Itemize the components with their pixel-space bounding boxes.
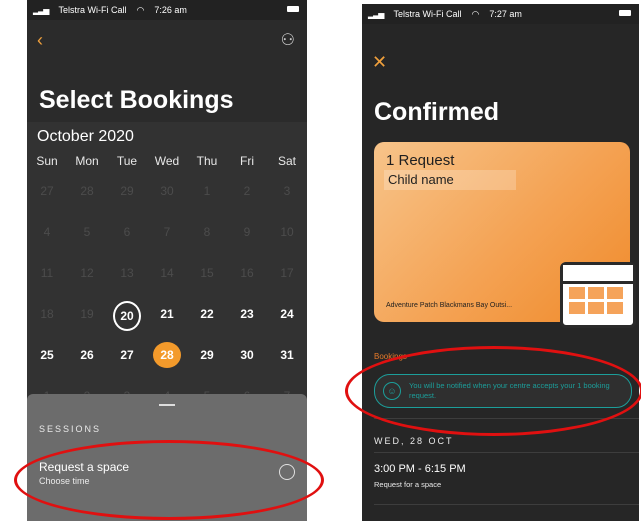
calendar-day: 17 (280, 266, 294, 280)
today-marker[interactable]: 20 (113, 301, 141, 331)
back-button[interactable]: ‹ (37, 30, 43, 51)
calendar-day: 2 (243, 184, 251, 198)
calendar-day: 28 (80, 184, 94, 198)
calendar-day[interactable]: 22 (187, 301, 227, 327)
request-count: 1 Request (386, 152, 455, 169)
calendar-day[interactable]: 24 (267, 301, 307, 327)
calendar-week-row: 25 26 27 28 29 30 31 (27, 342, 307, 368)
calendar-day[interactable]: 20 (107, 301, 147, 331)
calendar-day[interactable]: 25 (27, 342, 67, 368)
status-time: 7:26 am (154, 5, 187, 15)
calendar-day: 5 (83, 225, 91, 239)
highlight-ellipse (345, 346, 641, 436)
calendar-week-row: 27 28 29 30 1 2 3 (27, 178, 307, 204)
calendar-day: 11 (40, 266, 54, 280)
weekday-label: Sat (277, 154, 296, 168)
calendar-day: 14 (160, 266, 174, 280)
calendar-day[interactable]: 28 (147, 342, 187, 368)
calendar-week-row: 11 12 13 14 15 16 17 (27, 260, 307, 286)
page-title: Confirmed (374, 98, 499, 126)
calendar-day: 30 (160, 184, 174, 198)
divider (374, 452, 639, 453)
signal-icon: ▂▃▅ (33, 5, 50, 15)
weekday-label: Thu (196, 154, 218, 168)
calendar: October 2020 Sun Mon Tue Wed Thu Fri Sat… (27, 122, 307, 412)
stroller-icon: ⚇ (280, 32, 295, 49)
calendar-day[interactable]: 30 (227, 342, 267, 368)
booking-time: 3:00 PM - 6:15 PM (374, 463, 466, 475)
calendar-day[interactable]: 23 (227, 301, 267, 327)
calendar-day[interactable]: 31 (267, 342, 307, 368)
calendar-day: 16 (240, 266, 254, 280)
calendar-week-row: 18 19 20 21 22 23 24 (27, 301, 307, 331)
battery-icon (287, 6, 299, 12)
wifi-icon: ◠ (136, 4, 145, 15)
cart-button[interactable]: ⚇ (281, 30, 295, 50)
calendar-day: 4 (43, 225, 51, 239)
close-icon: ✕ (372, 52, 388, 72)
calendar-day: 1 (203, 184, 211, 198)
weekday-label: Wed (154, 154, 180, 168)
calendar-day: 7 (163, 225, 171, 239)
child-name: Child name (384, 170, 516, 190)
month-label: October 2020 (37, 128, 134, 145)
status-bar: ▂▃▅ Telstra Wi-Fi Call ◠ 7:26 am (27, 0, 307, 20)
sessions-label: SESSIONS (39, 424, 102, 434)
selected-day-marker[interactable]: 28 (153, 342, 181, 368)
signal-icon: ▂▃▅ (368, 9, 385, 19)
weekday-label: Tue (116, 154, 138, 168)
booking-date: WED, 28 OCT (374, 436, 454, 446)
wifi-icon: ◠ (471, 8, 480, 19)
request-card[interactable]: 1 Request Child name Adventure Patch Bla… (374, 142, 636, 328)
calendar-day[interactable]: 21 (147, 301, 187, 327)
sheet-handle[interactable] (159, 404, 175, 406)
status-bar: ▂▃▅ Telstra Wi-Fi Call ◠ 7:27 am (362, 4, 639, 24)
close-button[interactable]: ✕ (372, 52, 387, 73)
chevron-left-icon: ‹ (37, 30, 43, 50)
calendar-day: 29 (120, 184, 134, 198)
calendar-day: 12 (80, 266, 94, 280)
status-time: 7:27 am (489, 9, 522, 19)
weekday-label: Mon (75, 154, 99, 168)
calendar-day: 6 (123, 225, 131, 239)
calendar-day: 18 (40, 307, 54, 321)
calendar-day: 10 (280, 225, 294, 239)
page-title: Select Bookings (39, 86, 234, 114)
confirmed-screen: ▂▃▅ Telstra Wi-Fi Call ◠ 7:27 am ✕ Confi… (362, 4, 639, 521)
weekday-label: Fri (240, 154, 254, 168)
carrier-label: Telstra Wi-Fi Call (393, 9, 462, 19)
calendar-day[interactable]: 26 (67, 342, 107, 368)
weekday-header: Sun Mon Tue Wed Thu Fri Sat (27, 154, 307, 168)
calendar-day: 8 (203, 225, 211, 239)
weekday-label: Sun (36, 154, 58, 168)
calendar-week-row: 4 5 6 7 8 9 10 (27, 219, 307, 245)
calendar-day[interactable]: 27 (107, 342, 147, 368)
calendar-day[interactable]: 29 (187, 342, 227, 368)
calendar-day: 3 (283, 184, 291, 198)
divider (374, 504, 639, 505)
calendar-day: 13 (120, 266, 134, 280)
highlight-ellipse (14, 440, 324, 520)
venue-name: Adventure Patch Blackmans Bay Outsi... (386, 302, 513, 309)
calendar-day: 15 (200, 266, 214, 280)
calendar-day: 19 (80, 307, 94, 321)
calendar-day: 9 (243, 225, 251, 239)
calendar-day: 27 (40, 184, 54, 198)
booking-time-subtitle: Request for a space (374, 480, 442, 489)
carrier-label: Telstra Wi-Fi Call (58, 5, 127, 15)
calendar-illustration-icon (560, 262, 636, 328)
battery-icon (619, 10, 631, 16)
